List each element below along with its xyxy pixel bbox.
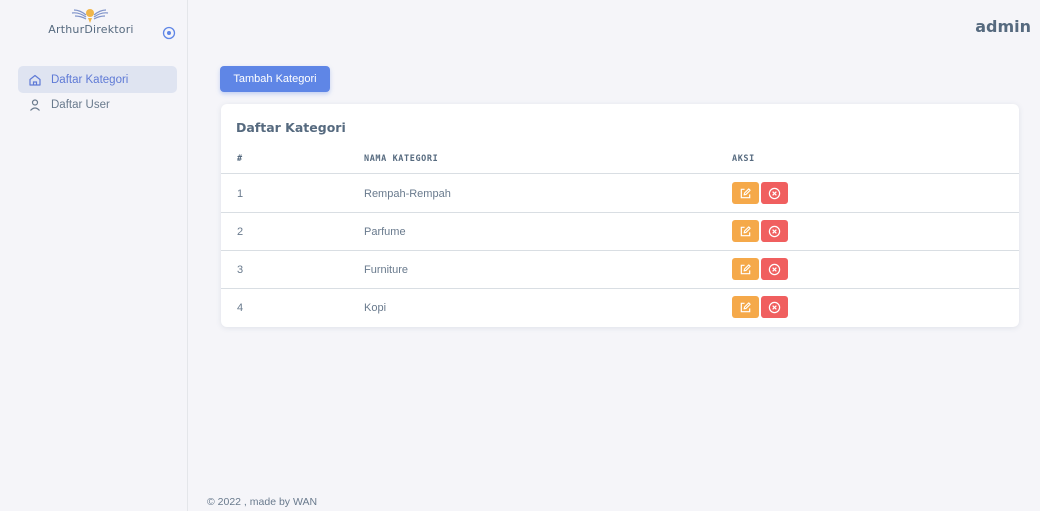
row-number: 4 [237, 302, 244, 314]
footer: © 2022 , made by WAN [207, 496, 318, 508]
user-menu[interactable]: admin [975, 17, 1031, 36]
close-circle-icon [768, 187, 781, 199]
edit-button[interactable] [732, 220, 759, 242]
column-header-number: # [237, 154, 243, 164]
row-number: 3 [237, 264, 244, 276]
row-number: 1 [237, 188, 244, 200]
edit-icon [740, 301, 751, 312]
category-card: Daftar Kategori # NAMA KATEGORI AKSI 1 R… [221, 104, 1019, 327]
edit-icon [740, 187, 751, 198]
close-circle-icon [768, 263, 781, 275]
sidebar-item-label: Daftar User [51, 99, 110, 111]
delete-button[interactable] [761, 258, 788, 280]
card-title: Daftar Kategori [236, 120, 346, 135]
row-actions [732, 258, 788, 280]
table-row: 3 Furniture [221, 251, 1019, 289]
row-category-name: Rempah-Rempah [364, 188, 451, 200]
sidebar-menu: Daftar Kategori Daftar User [18, 66, 177, 117]
table-row: 1 Rempah-Rempah [221, 175, 1019, 213]
row-number: 2 [237, 226, 244, 238]
edit-button[interactable] [732, 296, 759, 318]
edit-button[interactable] [732, 182, 759, 204]
edit-icon [740, 225, 751, 236]
delete-button[interactable] [761, 296, 788, 318]
brand-name: ArthurDirektori [48, 23, 134, 36]
row-category-name: Furniture [364, 264, 409, 276]
laurel-crest-icon [71, 9, 109, 23]
brand[interactable]: ArthurDirektori [0, 0, 188, 52]
row-category-name: Kopi [364, 302, 387, 314]
sidebar: ArthurDirektori Daftar Kategori Daftar U… [0, 0, 188, 511]
table-row: 2 Parfume [221, 213, 1019, 251]
close-circle-icon [768, 301, 781, 313]
circle-dot-icon[interactable] [162, 26, 176, 40]
column-header-actions: AKSI [732, 154, 755, 164]
edit-button[interactable] [732, 258, 759, 280]
table-header: # NAMA KATEGORI AKSI [221, 148, 1019, 174]
delete-button[interactable] [761, 182, 788, 204]
row-actions [732, 296, 788, 318]
row-actions [732, 220, 788, 242]
delete-button[interactable] [761, 220, 788, 242]
table-row: 4 Kopi [221, 289, 1019, 327]
column-header-name: NAMA KATEGORI [364, 154, 439, 164]
row-category-name: Parfume [364, 226, 406, 238]
row-actions [732, 182, 788, 204]
sidebar-item-daftar-kategori[interactable]: Daftar Kategori [18, 66, 177, 93]
sidebar-item-daftar-user[interactable]: Daftar User [18, 96, 177, 114]
close-circle-icon [768, 225, 781, 237]
edit-icon [740, 263, 751, 274]
user-icon [28, 98, 42, 112]
add-category-button[interactable]: Tambah Kategori [220, 66, 330, 92]
home-icon [28, 73, 42, 87]
sidebar-item-label: Daftar Kategori [51, 73, 129, 86]
